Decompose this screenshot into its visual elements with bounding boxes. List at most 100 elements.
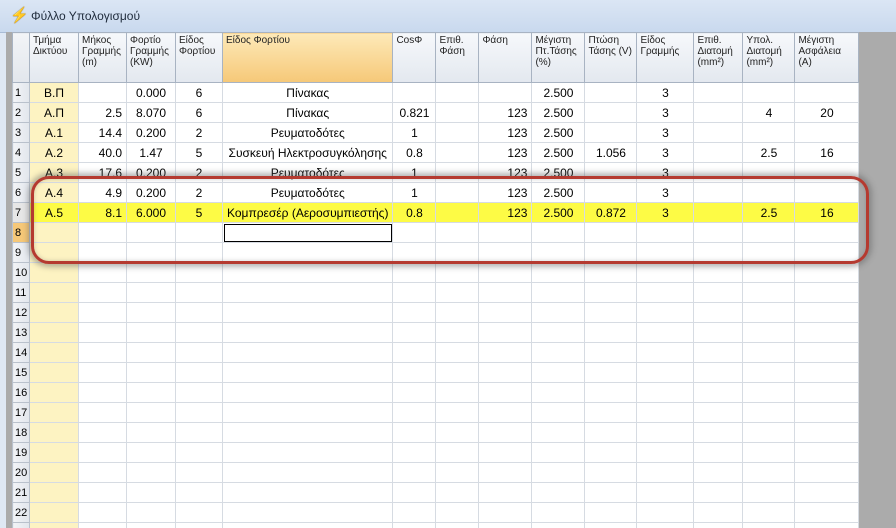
cell-linetype[interactable]: 3 (636, 142, 695, 163)
cell-load[interactable]: 0.200 (126, 162, 176, 183)
row-number[interactable]: 14 (12, 342, 30, 363)
cell-cos[interactable] (392, 522, 437, 528)
row-number[interactable]: 1 (12, 82, 30, 103)
cell-maxv[interactable] (531, 422, 586, 443)
cell-phase[interactable] (478, 322, 533, 343)
cell-ccs[interactable] (742, 522, 796, 528)
cell-load[interactable] (126, 242, 176, 263)
column-header-phase[interactable]: Φάση (478, 32, 533, 83)
cell-linetype[interactable] (636, 522, 695, 528)
cell-ccs[interactable] (742, 342, 796, 363)
cell-ltype[interactable]: 2 (175, 182, 223, 203)
table-row[interactable]: 1 Β.Π 0.000 6 Πίνακας 2.500 3 (12, 82, 860, 103)
cell-ephase[interactable] (435, 302, 480, 323)
cell-len[interactable]: 8.1 (78, 202, 127, 223)
cell-ltype[interactable] (175, 382, 223, 403)
cell-ecs[interactable] (693, 522, 744, 528)
cell-linetype[interactable] (636, 242, 695, 263)
cell-seg[interactable] (29, 502, 79, 523)
cell-seg[interactable] (29, 342, 79, 363)
cell-len[interactable] (78, 302, 127, 323)
cell-load[interactable] (126, 222, 176, 243)
cell-ephase[interactable] (435, 342, 480, 363)
cell-ccs[interactable] (742, 222, 796, 243)
cell-maxv[interactable]: 2.500 (531, 82, 586, 103)
cell-cos[interactable] (392, 242, 437, 263)
cell-seg[interactable] (29, 242, 79, 263)
cell-ldesc[interactable] (221, 442, 394, 463)
cell-vdrop[interactable] (584, 342, 638, 363)
cell-ltype[interactable] (175, 282, 223, 303)
cell-maxv[interactable] (531, 502, 586, 523)
cell-phase[interactable] (478, 262, 533, 283)
row-number[interactable]: 15 (12, 362, 30, 383)
cell-ecs[interactable] (693, 102, 744, 123)
cell-ccs[interactable] (742, 262, 796, 283)
cell-ltype[interactable]: 2 (175, 122, 223, 143)
cell-ecs[interactable] (693, 362, 744, 383)
cell-cos[interactable] (392, 322, 437, 343)
cell-ecs[interactable] (693, 222, 744, 243)
cell-cos[interactable]: 0.8 (392, 142, 437, 163)
cell-linetype[interactable] (636, 282, 695, 303)
row-number[interactable]: 13 (12, 322, 30, 343)
row-number[interactable]: 11 (12, 282, 30, 303)
cell-load[interactable] (126, 282, 176, 303)
cell-seg[interactable]: Α.1 (29, 122, 79, 143)
cell-phase[interactable] (478, 422, 533, 443)
cell-fuse[interactable] (794, 162, 860, 183)
cell-linetype[interactable] (636, 402, 695, 423)
cell-ecs[interactable] (693, 82, 744, 103)
cell-ecs[interactable] (693, 262, 744, 283)
cell-vdrop[interactable] (584, 362, 638, 383)
cell-seg[interactable]: Β.Π (29, 82, 79, 103)
cell-phase[interactable] (478, 482, 533, 503)
cell-phase[interactable] (478, 462, 533, 483)
cell-fuse[interactable] (794, 462, 860, 483)
cell-linetype[interactable]: 3 (636, 82, 695, 103)
row-number[interactable]: 19 (12, 442, 30, 463)
row-number[interactable]: 2 (12, 102, 30, 123)
cell-linetype[interactable]: 3 (636, 102, 695, 123)
table-row[interactable]: 2 Α.Π 2.5 8.070 6 Πίνακας 0.821 123 2.500 3 4 20 (12, 102, 860, 123)
cell-vdrop[interactable] (584, 182, 638, 203)
cell-linetype[interactable] (636, 462, 695, 483)
cell-seg[interactable]: Α.3 (29, 162, 79, 183)
column-header-maxv[interactable]: Μέγιστη Πτ.Τάσης (%) (531, 32, 586, 83)
cell-phase[interactable] (478, 342, 533, 363)
cell-fuse[interactable] (794, 322, 860, 343)
column-header-len[interactable]: Μήκος Γραμμής (m) (78, 32, 127, 83)
cell-cos[interactable]: 1 (392, 182, 437, 203)
cell-seg[interactable] (29, 322, 79, 343)
cell-vdrop[interactable] (584, 442, 638, 463)
cell-ldesc[interactable] (221, 482, 394, 503)
cell-seg[interactable] (29, 222, 79, 243)
row-number[interactable]: 6 (12, 182, 30, 203)
row-number[interactable]: 5 (12, 162, 30, 183)
cell-len[interactable] (78, 502, 127, 523)
cell-ephase[interactable] (435, 142, 480, 163)
cell-ephase[interactable] (435, 502, 480, 523)
cell-len[interactable]: 40.0 (78, 142, 127, 163)
cell-vdrop[interactable] (584, 402, 638, 423)
cell-phase[interactable]: 123 (478, 162, 533, 183)
cell-maxv[interactable] (531, 462, 586, 483)
cell-seg[interactable] (29, 442, 79, 463)
table-row[interactable]: 10 (12, 262, 860, 283)
cell-load[interactable]: 0.000 (126, 82, 176, 103)
cell-load[interactable]: 6.000 (126, 202, 176, 223)
cell-len[interactable] (78, 82, 127, 103)
cell-seg[interactable] (29, 422, 79, 443)
cell-seg[interactable]: Α.5 (29, 202, 79, 223)
cell-seg[interactable]: Α.4 (29, 182, 79, 203)
cell-seg[interactable] (29, 482, 79, 503)
table-row[interactable]: 3 Α.1 14.4 0.200 2 Ρευματοδότες 1 123 2.500 3 (12, 122, 860, 143)
cell-fuse[interactable] (794, 342, 860, 363)
cell-fuse[interactable] (794, 362, 860, 383)
cell-ephase[interactable] (435, 282, 480, 303)
cell-vdrop[interactable] (584, 82, 638, 103)
cell-load[interactable]: 0.200 (126, 122, 176, 143)
cell-load[interactable] (126, 482, 176, 503)
cell-ephase[interactable] (435, 222, 480, 243)
cell-seg[interactable] (29, 382, 79, 403)
